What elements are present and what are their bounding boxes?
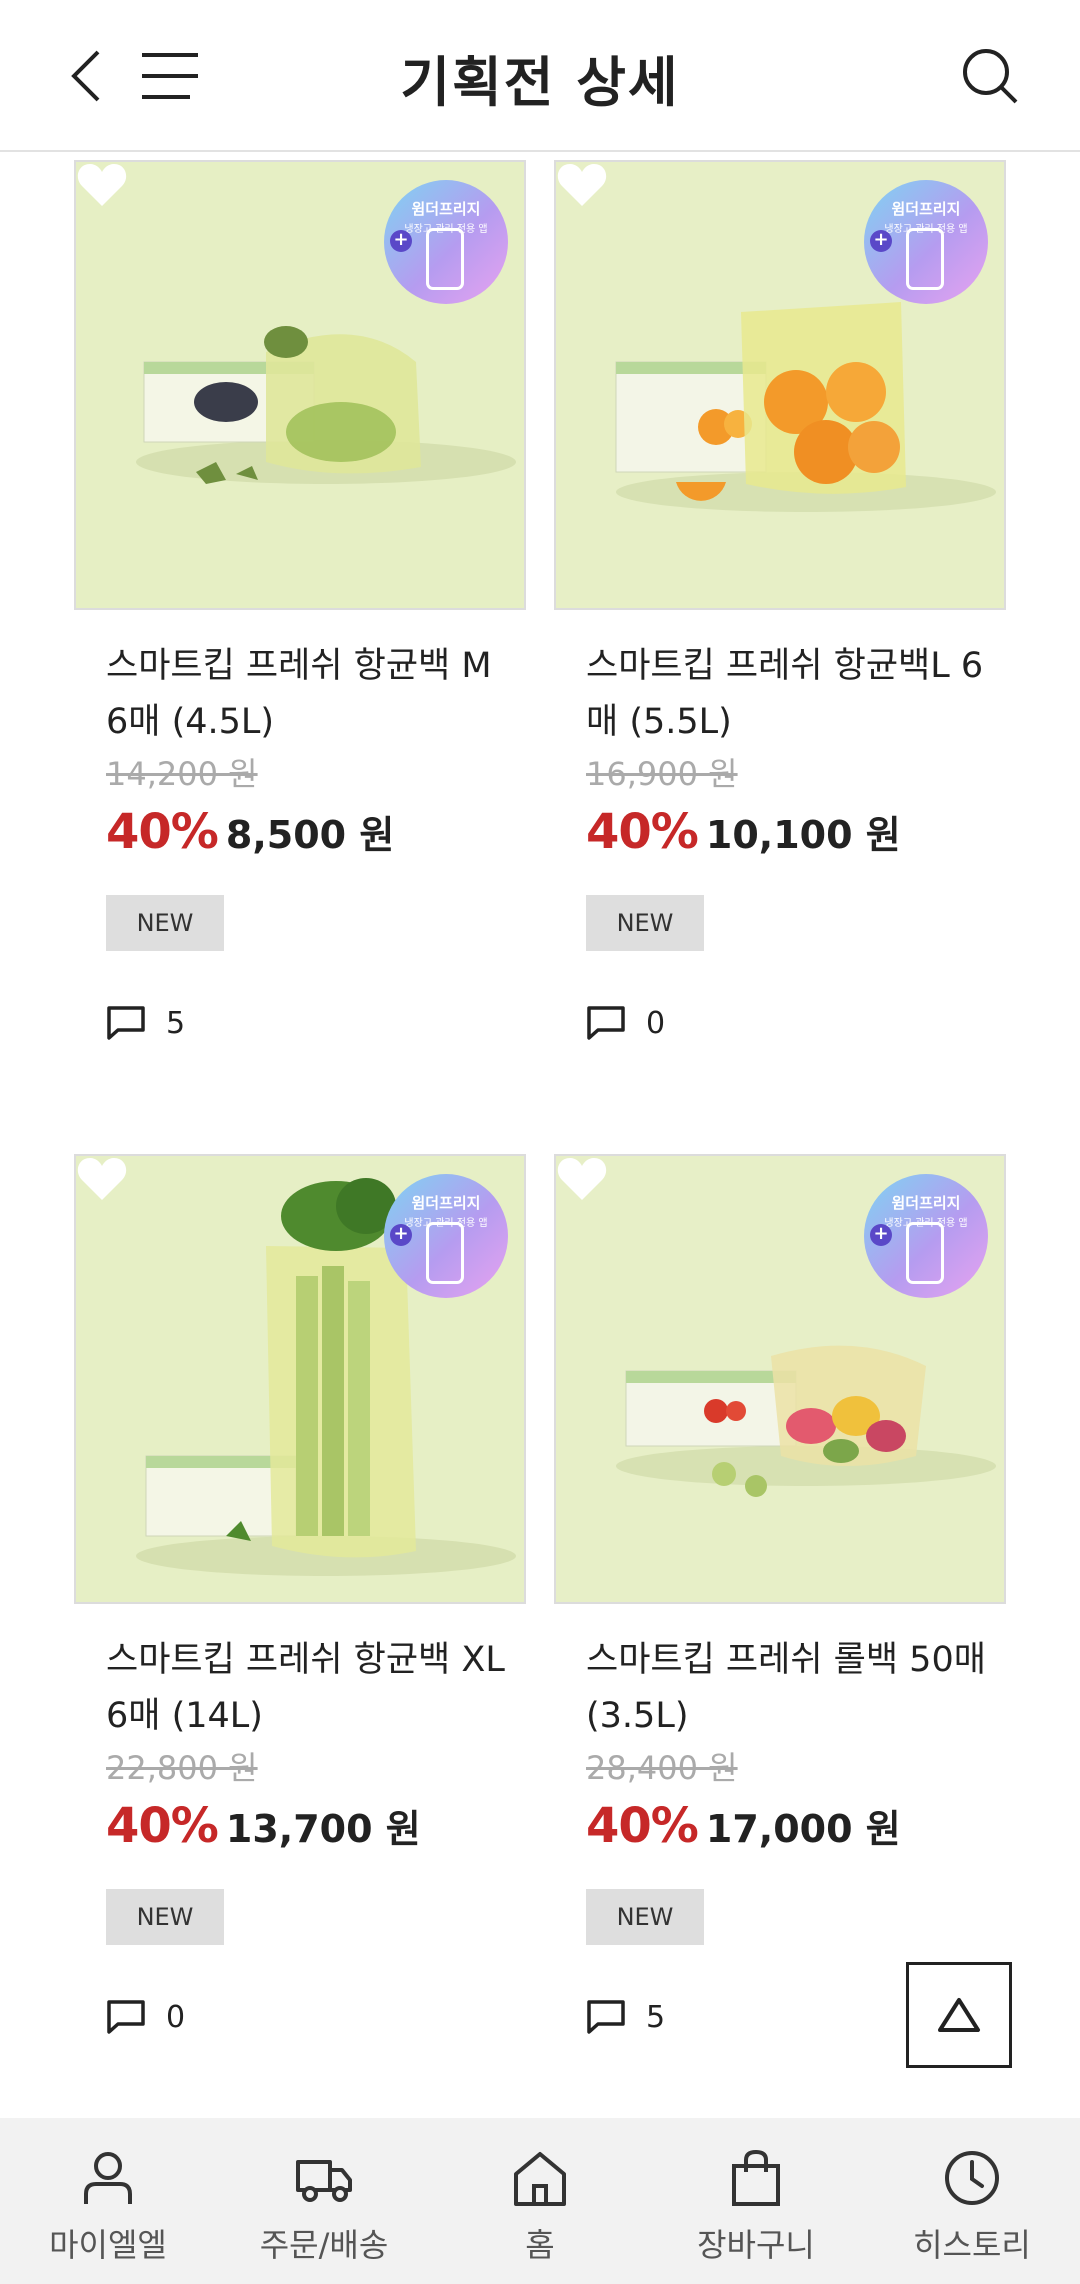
discount-rate: 40% xyxy=(586,804,699,860)
new-badge: NEW xyxy=(106,895,224,951)
nav-label: 마이엘엘 xyxy=(49,2226,167,2264)
product-image[interactable]: 윔더프리지 냉장고 관리 전용 앱 + xyxy=(74,160,526,610)
discount-rate: 40% xyxy=(106,804,219,860)
plus-icon: + xyxy=(390,230,412,252)
sale-price: 10,100 원 xyxy=(705,813,901,857)
comment-count-value: 0 xyxy=(166,1999,186,2035)
original-price: 16,900 원 xyxy=(586,755,738,793)
nav-item-mypage[interactable]: 마이엘엘 xyxy=(0,2118,216,2284)
comment-count-value: 0 xyxy=(646,1005,666,1041)
product-name[interactable]: 스마트킵 프레쉬 항균백 M 6매 (4.5L) xyxy=(106,638,506,750)
original-price: 22,800 원 xyxy=(106,1749,258,1787)
app-promo-badge[interactable]: 윔더프리지 냉장고 관리 전용 앱 + xyxy=(864,180,988,304)
comment-count: 0 xyxy=(106,1995,506,2039)
comment-count-value: 5 xyxy=(646,1999,666,2035)
clock-icon xyxy=(945,2151,999,2205)
nav-item-orders[interactable]: 주문/배송 xyxy=(216,2118,432,2284)
heart-icon[interactable] xyxy=(556,1156,608,1202)
nav-item-cart[interactable]: 장바구니 xyxy=(648,2118,864,2284)
plus-icon: + xyxy=(870,1224,892,1246)
comment-count: 5 xyxy=(106,1001,506,1045)
product-name[interactable]: 스마트킵 프레쉬 항균백 XL 6매 (14L) xyxy=(106,1632,506,1744)
heart-icon[interactable] xyxy=(556,162,608,208)
sale-price: 13,700 원 xyxy=(225,1807,421,1851)
app-promo-badge[interactable]: 윔더프리지 냉장고 관리 전용 앱 + xyxy=(864,1174,988,1298)
sale-price: 17,000 원 xyxy=(705,1807,901,1851)
original-price: 14,200 원 xyxy=(106,755,258,793)
nav-item-history[interactable]: 히스토리 xyxy=(864,2118,1080,2284)
phone-icon xyxy=(906,1222,944,1284)
nav-item-home[interactable]: 홈 xyxy=(432,2118,648,2284)
product-info: 스마트킵 프레쉬 항균백 XL 6매 (14L) 22,800 원 40% 13,… xyxy=(106,1632,506,2039)
discount-rate: 40% xyxy=(106,1798,219,1854)
product-name[interactable]: 스마트킵 프레쉬 롤백 50매 (3.5L) xyxy=(586,1632,986,1744)
app-promo-badge[interactable]: 윔더프리지 냉장고 관리 전용 앱 + xyxy=(384,1174,508,1298)
badge-title: 윔더프리지 xyxy=(411,200,481,218)
price-row: 40% 17,000 원 xyxy=(586,1796,986,1867)
phone-icon xyxy=(906,228,944,290)
header: 기획전 상세 xyxy=(0,0,1080,152)
nav-label: 홈 xyxy=(525,2226,555,2264)
home-icon xyxy=(514,2152,566,2206)
product-info: 스마트킵 프레쉬 항균백 M 6매 (4.5L) 14,200 원 40% 8,5… xyxy=(106,638,506,1045)
comment-icon xyxy=(587,1006,625,1040)
plus-icon: + xyxy=(390,1224,412,1246)
price-row: 40% 10,100 원 xyxy=(586,802,986,873)
phone-icon xyxy=(426,1222,464,1284)
badge-title: 윔더프리지 xyxy=(891,200,961,218)
product-image[interactable]: 윔더프리지 냉장고 관리 전용 앱 + xyxy=(554,1154,1006,1604)
truck-icon xyxy=(296,2160,352,2202)
triangle-up-icon xyxy=(938,1998,980,2032)
price-row: 40% 8,500 원 xyxy=(106,802,506,873)
comment-icon xyxy=(107,2000,145,2034)
app-promo-badge[interactable]: 윔더프리지 냉장고 관리 전용 앱 + xyxy=(384,180,508,304)
original-price: 28,400 원 xyxy=(586,1749,738,1787)
search-icon xyxy=(963,49,1018,104)
nav-label: 장바구니 xyxy=(697,2226,815,2264)
product-image[interactable]: 윔더프리지 냉장고 관리 전용 앱 + xyxy=(74,1154,526,1604)
sale-price: 8,500 원 xyxy=(225,813,395,857)
phone-icon xyxy=(426,228,464,290)
product-image[interactable]: 윔더프리지 냉장고 관리 전용 앱 + xyxy=(554,160,1006,610)
price-row: 40% 13,700 원 xyxy=(106,1796,506,1867)
product-info: 스마트킵 프레쉬 항균백L 6매 (5.5L) 16,900 원 40% 10,1… xyxy=(586,638,986,1045)
bottom-nav: 마이엘엘 주문/배송 홈 장바구니 히스토리 xyxy=(0,2118,1080,2284)
nav-label: 주문/배송 xyxy=(259,2226,389,2264)
nav-label: 히스토리 xyxy=(913,2226,1031,2264)
plus-icon: + xyxy=(870,230,892,252)
person-icon xyxy=(84,2152,132,2204)
scroll-top-button[interactable] xyxy=(906,1962,1012,2068)
page-title: 기획전 상세 xyxy=(400,51,680,114)
badge-title: 윔더프리지 xyxy=(891,1194,961,1212)
badge-title: 윔더프리지 xyxy=(411,1194,481,1212)
comment-count: 0 xyxy=(586,1001,986,1045)
heart-icon[interactable] xyxy=(76,162,128,208)
comment-icon xyxy=(107,1006,145,1040)
new-badge: NEW xyxy=(586,895,704,951)
search-button[interactable] xyxy=(950,36,1030,116)
new-badge: NEW xyxy=(106,1889,224,1945)
comment-count-value: 5 xyxy=(166,1005,186,1041)
discount-rate: 40% xyxy=(586,1798,699,1854)
product-name[interactable]: 스마트킵 프레쉬 항균백L 6매 (5.5L) xyxy=(586,638,986,750)
comment-icon xyxy=(587,2000,625,2034)
shopping-bag-icon xyxy=(732,2149,780,2206)
new-badge: NEW xyxy=(586,1889,704,1945)
heart-icon[interactable] xyxy=(76,1156,128,1202)
